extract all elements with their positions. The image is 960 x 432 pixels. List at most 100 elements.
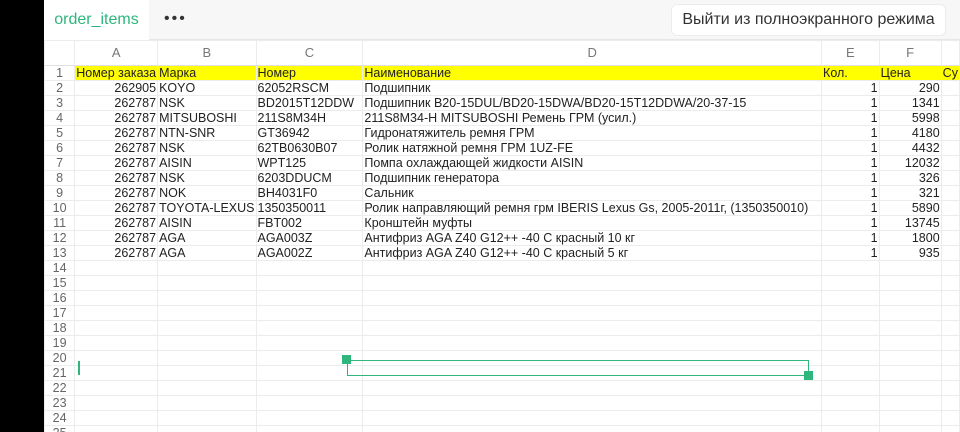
cell[interactable]: 321	[878, 185, 942, 201]
cell[interactable]: BD2015T12DDW	[255, 95, 364, 111]
cell[interactable]: 326	[878, 170, 942, 186]
cell[interactable]	[362, 305, 823, 321]
cell[interactable]: NSK	[157, 140, 257, 156]
cell[interactable]: 262787	[74, 200, 159, 216]
cell[interactable]: 262787	[74, 230, 159, 246]
cell[interactable]	[821, 395, 880, 411]
cell[interactable]: 262787	[74, 155, 159, 171]
row-number[interactable]: 11	[44, 215, 76, 231]
cell[interactable]	[362, 335, 823, 351]
row-number[interactable]: 4	[44, 110, 76, 126]
cell[interactable]: 1	[821, 110, 880, 126]
cell[interactable]	[878, 260, 942, 276]
cell[interactable]	[157, 410, 257, 426]
cell[interactable]	[940, 125, 960, 141]
cell[interactable]: AISIN	[157, 215, 257, 231]
cell[interactable]: TOYOTA-LEXUS	[157, 200, 257, 216]
cell[interactable]	[940, 320, 960, 336]
cell[interactable]	[878, 425, 942, 432]
cell[interactable]	[878, 350, 942, 366]
cell[interactable]: Помпа охлаждающей жидкости AISIN	[362, 155, 823, 171]
cell[interactable]: 1	[821, 230, 880, 246]
cell[interactable]	[157, 290, 257, 306]
cell[interactable]	[74, 275, 159, 291]
cell[interactable]	[255, 290, 364, 306]
more-options-icon[interactable]: •••	[164, 0, 187, 40]
row-number[interactable]: 25	[44, 425, 76, 432]
cell[interactable]	[362, 290, 823, 306]
cell[interactable]	[362, 260, 823, 276]
cell[interactable]: BH4031F0	[255, 185, 364, 201]
cell[interactable]	[821, 260, 880, 276]
cell[interactable]	[940, 335, 960, 351]
cell[interactable]	[878, 290, 942, 306]
row-number[interactable]: 12	[44, 230, 76, 246]
cell[interactable]	[255, 380, 364, 396]
cell[interactable]	[878, 410, 942, 426]
cell[interactable]	[940, 200, 960, 216]
cell[interactable]	[878, 395, 942, 411]
cell[interactable]	[940, 275, 960, 291]
cell[interactable]	[878, 335, 942, 351]
cell[interactable]	[940, 260, 960, 276]
cell[interactable]	[821, 290, 880, 306]
row-number[interactable]: 3	[44, 95, 76, 111]
cell[interactable]: MITSUBOSHI	[157, 110, 257, 126]
cell[interactable]	[940, 230, 960, 246]
cell[interactable]	[157, 320, 257, 336]
cell[interactable]: 211S8M34-H MITSUBOSHI Ремень ГРМ (усил.)	[362, 110, 823, 126]
cell[interactable]: 1800	[878, 230, 942, 246]
cell[interactable]	[74, 410, 159, 426]
cell[interactable]	[940, 80, 960, 96]
cell[interactable]	[157, 380, 257, 396]
cell[interactable]: 62TB0630B07	[255, 140, 364, 156]
cell[interactable]: AGA002Z	[255, 245, 364, 261]
cell[interactable]	[940, 365, 960, 381]
cell[interactable]: 1	[821, 200, 880, 216]
cell[interactable]	[255, 410, 364, 426]
cell[interactable]	[74, 350, 159, 366]
spreadsheet-grid[interactable]: A B C D E F 1 Номер заказа Марка Номер Наименовани…	[44, 40, 960, 432]
cell[interactable]	[255, 260, 364, 276]
cell[interactable]	[255, 275, 364, 291]
header-cell[interactable]: Кол.	[821, 65, 880, 81]
cell[interactable]	[74, 260, 159, 276]
sheet-tab-order-items[interactable]: order_items	[44, 0, 149, 40]
cell[interactable]	[940, 425, 960, 432]
cell[interactable]: Кронштейн муфты	[362, 215, 823, 231]
row-number[interactable]: 19	[44, 335, 76, 351]
row-number[interactable]: 9	[44, 185, 76, 201]
cell[interactable]: 5890	[878, 200, 942, 216]
cell[interactable]	[74, 305, 159, 321]
cell[interactable]: 262787	[74, 170, 159, 186]
cell[interactable]	[362, 320, 823, 336]
cell[interactable]	[74, 320, 159, 336]
cell[interactable]: 13745	[878, 215, 942, 231]
cell[interactable]	[362, 275, 823, 291]
cell[interactable]: Подшипник генератора	[362, 170, 823, 186]
cell[interactable]	[74, 365, 159, 381]
cell[interactable]	[940, 305, 960, 321]
cell[interactable]	[940, 410, 960, 426]
cell[interactable]: Антифриз AGA Z40 G12++ -40 С красный 10 …	[362, 230, 823, 246]
cell[interactable]: Подшипник B20-15DUL/BD20-15DWA/BD20-15T1…	[362, 95, 823, 111]
cell[interactable]	[940, 290, 960, 306]
cell[interactable]: 62052RSCM	[255, 80, 364, 96]
cell[interactable]	[821, 350, 880, 366]
cell[interactable]	[940, 185, 960, 201]
column-header-c[interactable]: C	[255, 40, 364, 66]
cell[interactable]	[940, 170, 960, 186]
cell[interactable]: AGA003Z	[255, 230, 364, 246]
cell[interactable]	[821, 320, 880, 336]
cell[interactable]: 262787	[74, 245, 159, 261]
row-number[interactable]: 17	[44, 305, 76, 321]
cell[interactable]	[878, 320, 942, 336]
exit-fullscreen-button[interactable]: Выйти из полноэкранного режима	[671, 4, 946, 36]
cell[interactable]	[74, 380, 159, 396]
header-cell[interactable]: Номер заказа	[74, 65, 159, 81]
cell[interactable]	[362, 395, 823, 411]
cell[interactable]	[821, 305, 880, 321]
cell[interactable]: NTN-SNR	[157, 125, 257, 141]
cell[interactable]	[362, 410, 823, 426]
cell[interactable]: 1	[821, 140, 880, 156]
